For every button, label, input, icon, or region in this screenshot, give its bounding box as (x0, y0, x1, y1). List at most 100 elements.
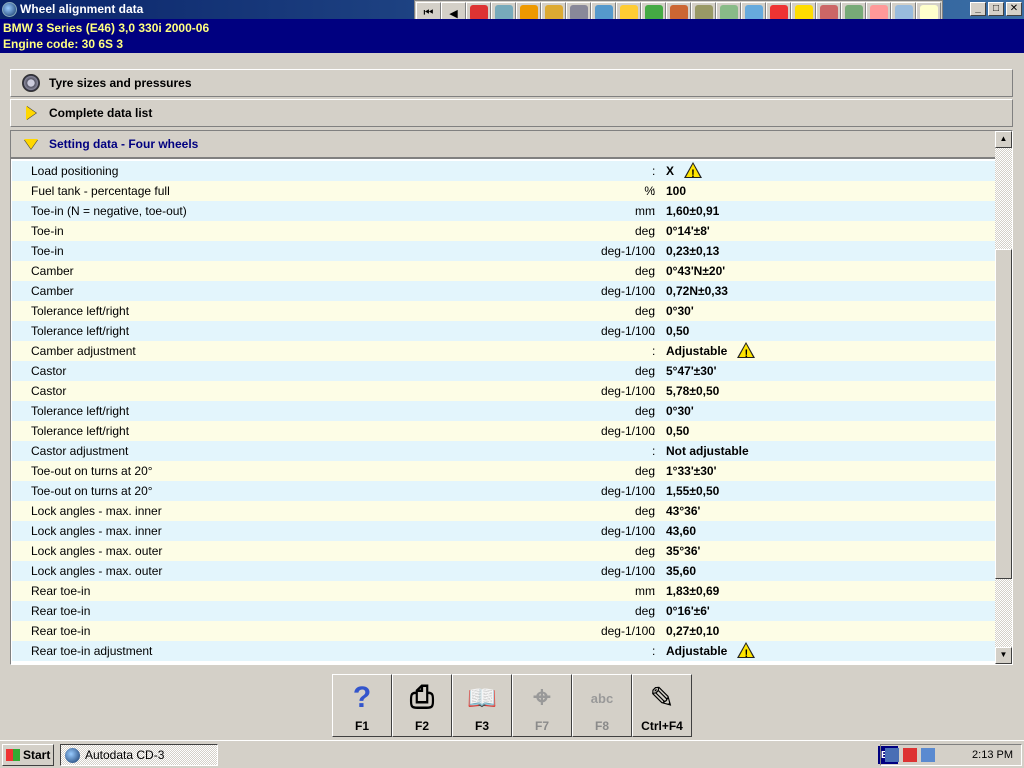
row-value-text: 0,72N±0,33 (666, 284, 728, 298)
security-icon[interactable] (903, 748, 917, 762)
row-value: 0°30' (666, 401, 694, 421)
row-separator: : (652, 464, 656, 478)
scroll-down-button[interactable]: ▼ (995, 647, 1012, 664)
fkey-label: F8 (594, 719, 609, 733)
system-tray: 2:13 PM (880, 744, 1022, 766)
scroll-thumb[interactable] (995, 249, 1012, 579)
row-value-text: 0,27±0,10 (666, 624, 720, 638)
fkey-f1-button[interactable]: ? F1 (332, 674, 392, 737)
row-separator: : (652, 244, 656, 258)
start-button[interactable]: Start (2, 744, 54, 766)
row-value: Not adjustable (666, 441, 749, 461)
fkey-f2-button[interactable]: ⎙ F2 (392, 674, 452, 737)
row-separator: : (652, 444, 656, 458)
row-value: 0,27±0,10 (666, 621, 719, 641)
row-value-text: 0,50 (666, 424, 690, 438)
row-label: Load positioning (31, 164, 119, 178)
warning-icon[interactable] (737, 342, 756, 364)
notes-icon: ✎ (649, 681, 675, 715)
row-label: Toe-in (N = negative, toe-out) (31, 204, 187, 218)
table-row: Lock angles - max. inner deg:43°36' (12, 501, 995, 521)
table-row: Lock angles - max. outer deg:35°36' (12, 541, 995, 561)
row-separator: : (652, 544, 656, 558)
row-value: 5,78±0,50 (666, 381, 719, 401)
table-row: Toe-out on turns at 20° deg-1/100:1,55±0,… (12, 481, 995, 501)
warning-icon[interactable] (684, 162, 703, 184)
table-row: Toe-out on turns at 20° deg:1°33'±30' (12, 461, 995, 481)
row-value: 0°43'N±20' (666, 261, 725, 281)
row-value-text: 0°30' (666, 404, 694, 418)
row-separator: : (652, 484, 656, 498)
row-label: Tolerance left/right (31, 304, 130, 318)
row-separator: : (652, 204, 656, 218)
vertical-scrollbar[interactable]: ▲ ▼ (995, 131, 1012, 664)
row-label: Lock angles - max. inner (31, 504, 162, 518)
maximize-button[interactable]: □ (988, 2, 1004, 16)
fkey-f3-button[interactable]: 📖 F3 (452, 674, 512, 737)
fkey-f8-button[interactable]: abc F8 (572, 674, 632, 737)
vehicle-model: BMW 3 Series (E46) 3,0 330i 2000-06 (3, 21, 210, 35)
table-row: Tolerance left/right deg-1/100:0,50 (12, 321, 995, 341)
row-label: Lock angles - max. outer (31, 544, 163, 558)
display-icon[interactable] (921, 748, 935, 762)
data-table: Load positioning: X Fuel tank - percentage… (12, 161, 995, 664)
table-row: Castor deg-1/100:5,78±0,50 (12, 381, 995, 401)
row-separator: : (652, 524, 656, 538)
row-value-text: 35°36' (666, 544, 701, 558)
row-label: Rear toe-in adjustment (31, 644, 153, 658)
taskbar-app-autodata[interactable]: Autodata CD-3 (60, 744, 218, 766)
row-value-text: 1,83±0,69 (666, 584, 720, 598)
row-value-text: 5,78±0,50 (666, 384, 720, 398)
row-separator: : (652, 624, 656, 638)
fkey-label: Ctrl+F4 (641, 719, 683, 733)
row-unit: deg-1/100 (600, 244, 655, 258)
table-row: Toe-in deg:0°14'±8' (12, 221, 995, 241)
row-separator: : (652, 384, 656, 398)
table-row: Rear toe-in adjustment: Adjustable (12, 641, 995, 664)
fkey-label: F3 (474, 719, 489, 733)
row-value-text: 0°14'±8' (666, 224, 710, 238)
minimize-button[interactable]: _ (970, 2, 986, 16)
section-complete-data-list[interactable]: Complete data list (10, 99, 1013, 127)
fkey-label: F2 (414, 719, 429, 733)
row-value-text: 35,60 (666, 564, 697, 578)
network-icon[interactable] (885, 748, 899, 762)
row-unit: deg-1/100 (600, 624, 655, 638)
row-value: 43,60 (666, 521, 696, 541)
start-label: Start (23, 748, 51, 762)
row-value: 0,50 (666, 421, 689, 441)
engine-code: Engine code: 30 6S 3 (3, 37, 124, 51)
autodata-icon (65, 747, 80, 763)
row-separator: : (652, 644, 656, 658)
row-value-text: 0°30' (666, 304, 694, 318)
row-label: Camber (31, 264, 74, 278)
close-button[interactable]: ✕ (1006, 2, 1022, 16)
row-unit: deg-1/100 (600, 564, 655, 578)
row-unit: deg-1/100 (600, 324, 655, 338)
row-separator: : (652, 604, 656, 618)
scroll-up-button[interactable]: ▲ (995, 131, 1012, 148)
section-tyre-sizes-label: Tyre sizes and pressures (49, 76, 192, 90)
section-tyre-sizes[interactable]: Tyre sizes and pressures (10, 69, 1013, 97)
table-row: Tolerance left/right deg-1/100:0,50 (12, 421, 995, 441)
row-value-text: 0°16'±6' (666, 604, 710, 618)
app-icon[interactable] (2, 2, 17, 17)
row-value: Adjustable (666, 341, 756, 364)
table-row: Tolerance left/right deg:0°30' (12, 401, 995, 421)
row-value-text: 43,60 (666, 524, 697, 538)
row-value: Adjustable (666, 641, 756, 664)
warning-icon[interactable] (737, 642, 756, 664)
row-value: 35,60 (666, 561, 696, 581)
section-setting-data[interactable]: Setting data - Four wheels (11, 131, 997, 159)
row-value: 35°36' (666, 541, 700, 561)
row-value-text: 1°33'±30' (666, 464, 717, 478)
row-label: Toe-in (31, 244, 64, 258)
fkey-ctrl-f4-button[interactable]: ✎ Ctrl+F4 (632, 674, 692, 737)
fkey-f7-button[interactable]: ⌖ F7 (512, 674, 572, 737)
row-separator: : (652, 344, 656, 358)
table-row: Tolerance left/right deg:0°30' (12, 301, 995, 321)
row-label: Castor (31, 384, 67, 398)
row-label: Lock angles - max. outer (31, 564, 163, 578)
row-value-text: 0,50 (666, 324, 690, 338)
row-value-text: Adjustable (666, 344, 728, 358)
